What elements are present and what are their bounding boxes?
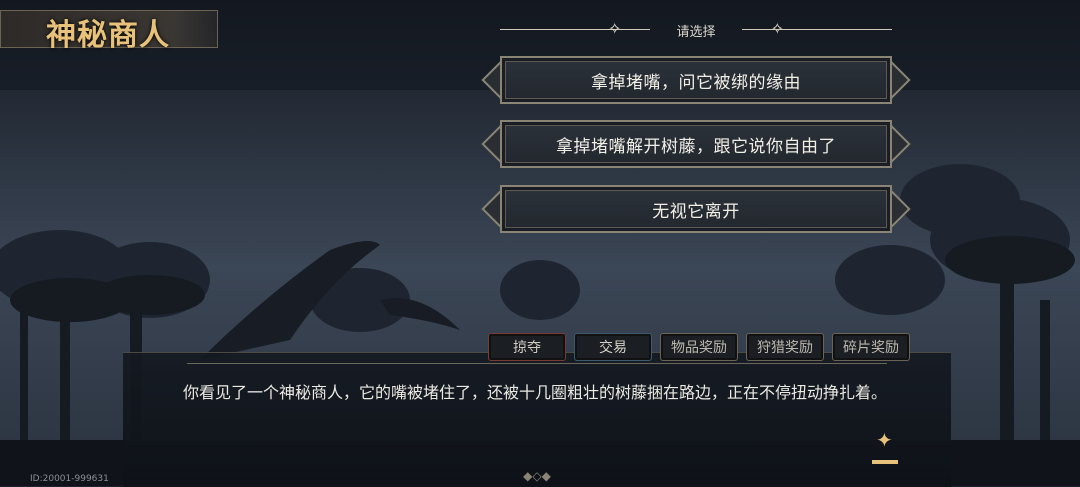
continue-bar — [872, 460, 898, 464]
tab-item-reward[interactable]: 物品奖励 — [660, 333, 738, 361]
tab-fragment-reward[interactable]: 碎片奖励 — [832, 333, 910, 361]
divider-left — [500, 29, 650, 30]
tab-plunder[interactable]: 掠夺 — [488, 333, 566, 361]
option-label: 拿掉堵嘴，问它被绑的缘由 — [591, 72, 801, 93]
page-title: 神秘商人 — [46, 18, 170, 53]
choice-heading-label: 请选择 — [676, 24, 716, 40]
reward-tabs: 掠夺 交易 物品奖励 狩猎奖励 碎片奖励 — [488, 333, 910, 361]
continue-arrow-icon: ✦ — [876, 428, 893, 452]
dialog-box: 你看见了一个神秘商人，它的嘴被堵住了，还被十几圈粗壮的树藤捆在路边，正在不停扭动… — [123, 352, 951, 487]
dialog-ornament-icon: ◆◇◆ — [523, 469, 551, 483]
tab-trade[interactable]: 交易 — [574, 333, 652, 361]
dialog-text: 你看见了一个神秘商人，它的嘴被堵住了，还被十几圈粗壮的树藤捆在路边，正在不停扭动… — [183, 383, 888, 402]
option-label: 无视它离开 — [652, 201, 740, 222]
ornament-left-icon: ✧ — [608, 19, 622, 38]
choice-option-2[interactable]: 拿掉堵嘴解开树藤，跟它说你自由了 — [481, 120, 911, 168]
dialog-divider — [187, 363, 887, 364]
choice-heading: ✧ 请选择 ✧ — [500, 16, 892, 44]
tab-hunt-reward[interactable]: 狩猎奖励 — [746, 333, 824, 361]
continue-button[interactable]: ✦ — [868, 428, 904, 466]
choice-option-3[interactable]: 无视它离开 — [481, 185, 911, 233]
user-id-text: ID:20001-999631 — [30, 474, 109, 484]
option-label: 拿掉堵嘴解开树藤，跟它说你自由了 — [556, 136, 836, 157]
divider-right — [742, 29, 892, 30]
choice-option-1[interactable]: 拿掉堵嘴，问它被绑的缘由 — [481, 56, 911, 104]
